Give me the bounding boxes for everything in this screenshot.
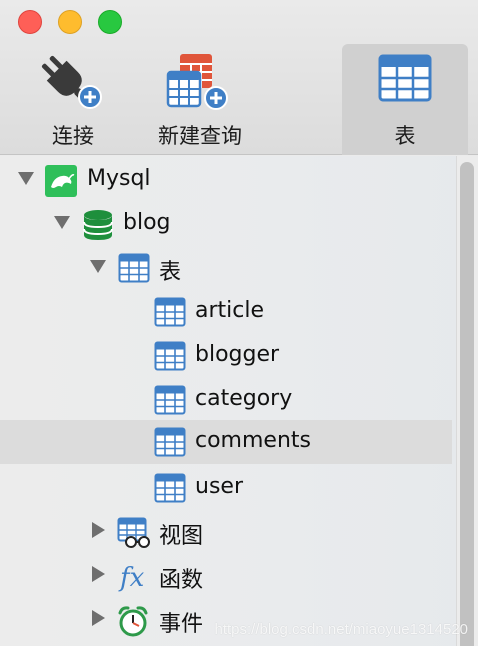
tree-item-table[interactable]: blogger — [0, 334, 452, 378]
tree-item-connection[interactable]: Mysql — [0, 158, 452, 202]
window-minimize-button[interactable] — [58, 10, 82, 34]
table-label: comments — [195, 428, 311, 453]
title-toolbar: 连接 新建查询 表 — [0, 0, 478, 155]
connect-button[interactable]: 连接 — [28, 44, 118, 155]
mysql-connection-icon — [45, 165, 77, 197]
connection-label: Mysql — [87, 166, 151, 191]
table-icon — [378, 54, 432, 102]
disclosure-expanded-icon[interactable] — [18, 172, 34, 185]
plug-connect-icon — [41, 55, 102, 109]
functions-group-label: 函数 — [159, 568, 204, 593]
new-query-icon — [166, 54, 228, 110]
table-icon — [154, 385, 186, 415]
new-query-label: 新建查询 — [158, 124, 242, 148]
events-group-label: 事件 — [159, 612, 204, 637]
tree-item-table[interactable]: category — [0, 378, 452, 422]
database-label: blog — [123, 210, 171, 235]
table-label: user — [195, 474, 243, 499]
table-icon — [154, 473, 186, 503]
table-label: blogger — [195, 342, 280, 367]
table-icon — [154, 341, 186, 371]
scrollbar-thumb[interactable] — [460, 162, 474, 646]
tree-item-table[interactable]: article — [0, 290, 452, 334]
event-clock-icon — [118, 606, 148, 637]
table-icon — [154, 427, 186, 457]
disclosure-expanded-icon[interactable] — [90, 260, 106, 273]
disclosure-collapsed-icon[interactable] — [92, 522, 105, 538]
tree-item-table[interactable]: user — [0, 466, 452, 510]
tree-item-tables-group[interactable]: 表 — [0, 246, 452, 290]
vertical-scrollbar[interactable] — [456, 156, 478, 646]
watermark-text: https://blog.csdn.net/miaoyue1314520 — [214, 621, 468, 638]
disclosure-collapsed-icon[interactable] — [92, 566, 105, 582]
tables-group-label: 表 — [159, 260, 182, 285]
table-icon — [154, 297, 186, 327]
svg-text:fx: fx — [118, 563, 145, 593]
disclosure-expanded-icon[interactable] — [54, 216, 70, 229]
app-window: 连接 新建查询 表 Mysql blog 表 article blogger c… — [0, 0, 478, 646]
window-zoom-button[interactable] — [98, 10, 122, 34]
table-icon — [118, 253, 150, 283]
database-icon — [83, 210, 113, 240]
disclosure-collapsed-icon[interactable] — [92, 610, 105, 626]
tables-label: 表 — [394, 124, 416, 148]
connect-label: 连接 — [52, 124, 94, 148]
function-icon: fx — [118, 563, 145, 593]
tree-item-table-selected[interactable]: comments — [0, 420, 452, 464]
table-label: article — [195, 298, 265, 323]
tree-item-database[interactable]: blog — [0, 202, 452, 246]
view-icon — [117, 517, 150, 548]
window-close-button[interactable] — [18, 10, 42, 34]
tree-item-views-group[interactable]: 视图 — [0, 510, 452, 554]
object-navigator[interactable]: Mysql blog 表 article blogger category co… — [0, 156, 478, 646]
table-label: category — [195, 386, 293, 411]
new-query-button[interactable]: 新建查询 — [148, 44, 252, 155]
views-group-label: 视图 — [159, 524, 204, 549]
tables-button[interactable]: 表 — [342, 44, 468, 155]
tree-item-functions-group[interactable]: fx 函数 — [0, 554, 452, 598]
